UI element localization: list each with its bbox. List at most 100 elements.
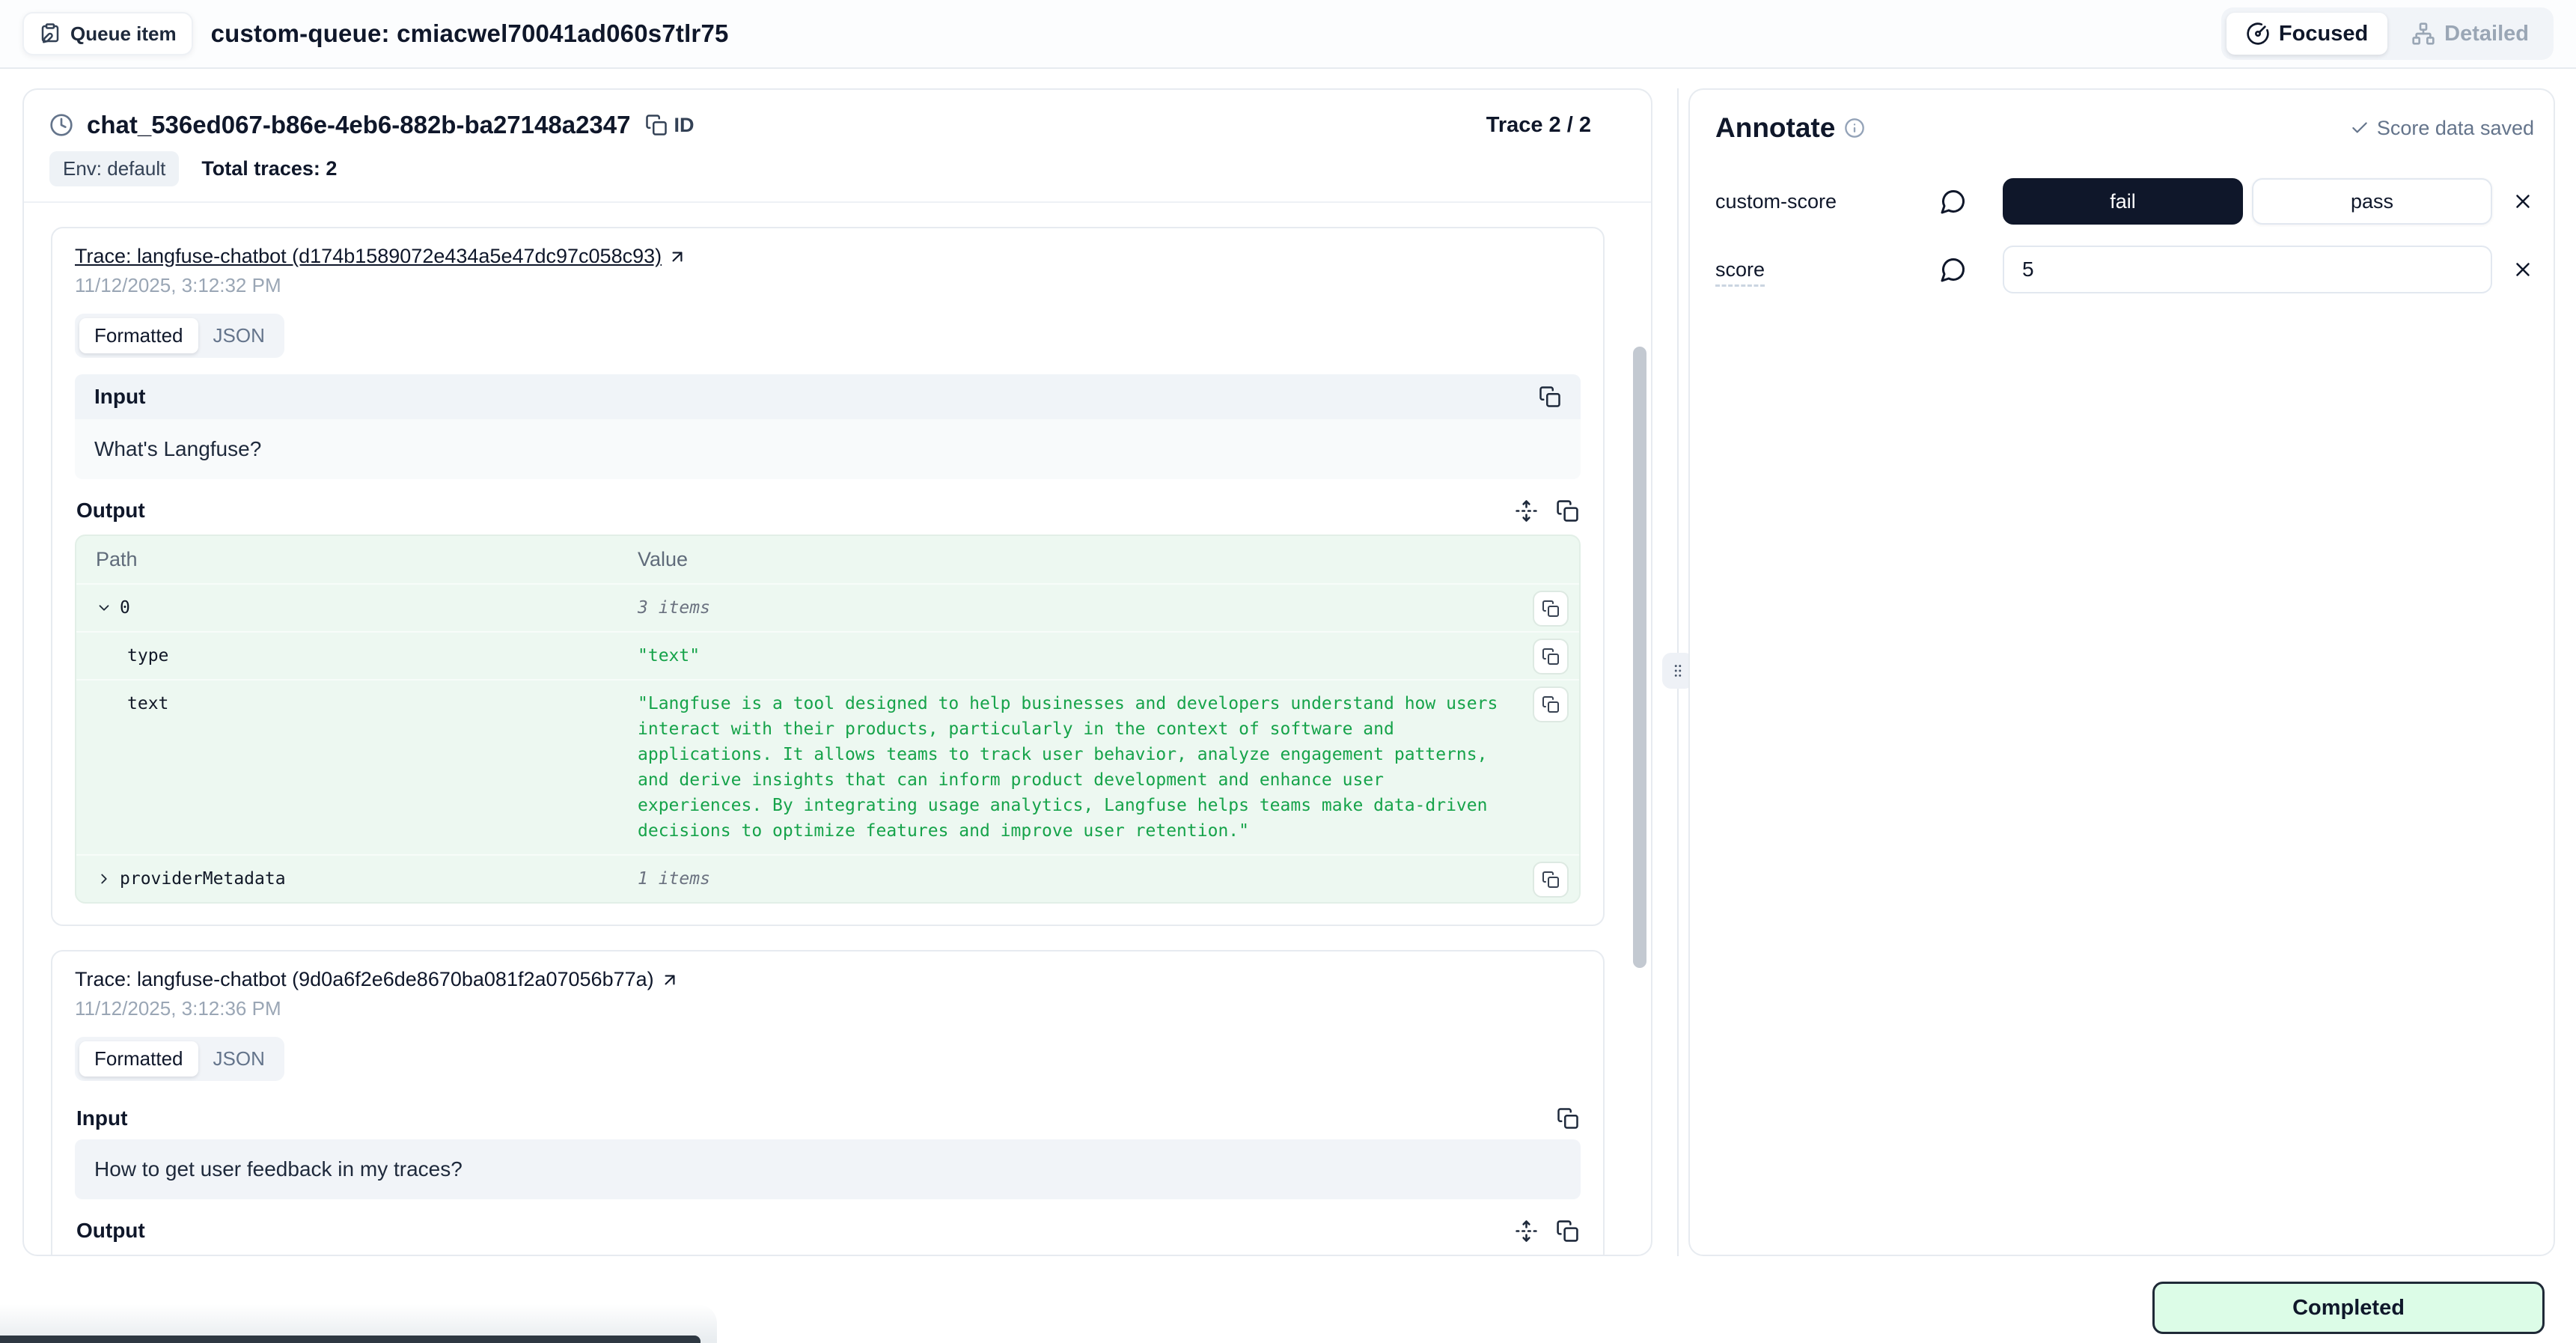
trace-link[interactable]: Trace: langfuse-chatbot (d174b1589072e43… [75, 245, 687, 268]
x-icon [2512, 190, 2534, 213]
copy-id-button[interactable]: ID [645, 114, 694, 137]
comment-button[interactable] [1940, 256, 1967, 283]
network-icon [2411, 22, 2435, 46]
unfold-vertical-icon [1515, 1219, 1538, 1243]
copy-icon [1539, 386, 1561, 408]
fail-button[interactable]: fail [2003, 178, 2243, 225]
trace-list: Trace: langfuse-chatbot (d174b1589072e43… [24, 203, 1651, 1255]
copy-row-button[interactable] [1533, 639, 1569, 674]
copy-row-button[interactable] [1533, 591, 1569, 627]
input-content: How to get user feedback in my traces? [75, 1139, 1581, 1199]
save-status-label: Score data saved [2377, 117, 2534, 140]
copy-output-button[interactable] [1556, 1219, 1579, 1243]
copy-icon [1556, 1219, 1579, 1243]
trace-timestamp: 11/12/2025, 3:12:32 PM [75, 274, 1581, 297]
column-header-path: Path [96, 548, 638, 571]
trace-card: Trace: langfuse-chatbot (9d0a6f2e6de8670… [51, 950, 1605, 1255]
queue-item-label: Queue item [70, 22, 177, 46]
expand-output-button[interactable] [1515, 1219, 1538, 1243]
row-value: 1 items [638, 866, 1560, 892]
check-icon [2350, 118, 2369, 138]
copy-row-button[interactable] [1533, 862, 1569, 898]
copy-icon [1542, 648, 1560, 666]
column-header-value: Value [638, 548, 688, 571]
input-label: Input [76, 1106, 127, 1130]
row-path: type [127, 643, 168, 669]
completed-button[interactable]: Completed [2152, 1282, 2545, 1334]
pass-button[interactable]: pass [2252, 178, 2492, 225]
delete-score-button[interactable] [2512, 258, 2534, 281]
id-label: ID [674, 114, 694, 137]
copy-output-button[interactable] [1556, 499, 1579, 523]
x-icon [2512, 258, 2534, 281]
detailed-view-button[interactable]: Detailed [2392, 13, 2548, 55]
input-content: What's Langfuse? [75, 419, 1581, 479]
grip-vertical-icon [1670, 661, 1686, 680]
output-section-header: Output [75, 499, 1581, 523]
focused-view-label: Focused [2279, 22, 2368, 46]
output-section-header: Output [75, 1219, 1581, 1243]
score-label: custom-score [1715, 190, 1940, 213]
clipboard-pen-icon [39, 22, 61, 45]
unfold-vertical-icon [1515, 499, 1538, 523]
detailed-view-label: Detailed [2444, 22, 2529, 46]
table-row: type "text" [76, 631, 1579, 679]
table-row: 0 3 items [76, 583, 1579, 631]
copy-row-button[interactable] [1533, 686, 1569, 722]
chevron-right-icon[interactable] [96, 871, 112, 887]
expand-output-button[interactable] [1515, 499, 1538, 523]
format-toggle: Formatted JSON [75, 314, 284, 358]
annotate-title: Annotate [1715, 112, 1835, 144]
topbar: Queue item custom-queue: cmiacwel70041ad… [0, 0, 2576, 69]
env-badge: Env: default [49, 151, 179, 186]
queue-item-panel: chat_536ed067-b86e-4eb6-882b-ba27148a234… [22, 88, 1652, 1256]
copy-input-button[interactable] [1539, 386, 1561, 408]
score-label: score [1715, 258, 1940, 281]
copy-input-button[interactable] [1557, 1107, 1579, 1130]
queue-item-badge: Queue item [22, 12, 193, 55]
input-label: Input [94, 385, 145, 409]
gauge-icon [2246, 22, 2270, 46]
copy-icon [645, 114, 668, 136]
clock-icon [49, 113, 73, 137]
item-header: chat_536ed067-b86e-4eb6-882b-ba27148a234… [24, 90, 1651, 203]
row-path: 0 [120, 595, 130, 621]
tab-json[interactable]: JSON [198, 1041, 280, 1076]
output-table: Path Value 0 3 items typ [75, 535, 1581, 904]
trace-link-label: Trace: langfuse-chatbot (d174b1589072e43… [75, 245, 662, 268]
item-title: chat_536ed067-b86e-4eb6-882b-ba27148a234… [87, 111, 630, 139]
trace-counter: Trace 2 / 2 [1486, 113, 1591, 138]
score-row-score: score [1715, 246, 2534, 293]
info-icon[interactable] [1844, 118, 1865, 138]
scrollbar-thumb[interactable] [1633, 347, 1646, 968]
copy-icon [1542, 695, 1560, 713]
table-row: providerMetadata 1 items [76, 854, 1579, 902]
tab-formatted[interactable]: Formatted [79, 318, 198, 353]
format-toggle: Formatted JSON [75, 1037, 284, 1081]
comment-button[interactable] [1940, 188, 1967, 215]
input-section: Input How to get user feedback in my tra… [75, 1097, 1581, 1199]
focused-view-button[interactable]: Focused [2226, 13, 2387, 55]
row-value: "Langfuse is a tool designed to help bus… [638, 691, 1560, 844]
external-link-icon [660, 970, 680, 990]
output-label: Output [76, 1219, 145, 1243]
row-value: "text" [638, 643, 1560, 669]
tab-json[interactable]: JSON [198, 318, 280, 353]
save-status: Score data saved [2350, 117, 2534, 140]
copy-icon [1542, 871, 1560, 889]
score-row-custom-score: custom-score fail pass [1715, 178, 2534, 225]
input-section: Input What's Langfuse? [75, 374, 1581, 479]
row-path: providerMetadata [120, 866, 286, 892]
page-title: custom-queue: cmiacwel70041ad060s7tlr75 [211, 19, 729, 48]
tab-formatted[interactable]: Formatted [79, 1041, 198, 1076]
external-link-icon [668, 247, 687, 267]
total-traces: Total traces: 2 [201, 157, 337, 180]
output-label: Output [76, 499, 145, 523]
delete-score-button[interactable] [2512, 190, 2534, 213]
trace-link[interactable]: Trace: langfuse-chatbot (9d0a6f2e6de8670… [75, 968, 680, 991]
comment-icon [1940, 188, 1967, 215]
copy-icon [1556, 499, 1579, 523]
view-toggle: Focused Detailed [2221, 7, 2554, 60]
chevron-down-icon[interactable] [96, 600, 112, 616]
score-input[interactable] [2003, 246, 2492, 293]
